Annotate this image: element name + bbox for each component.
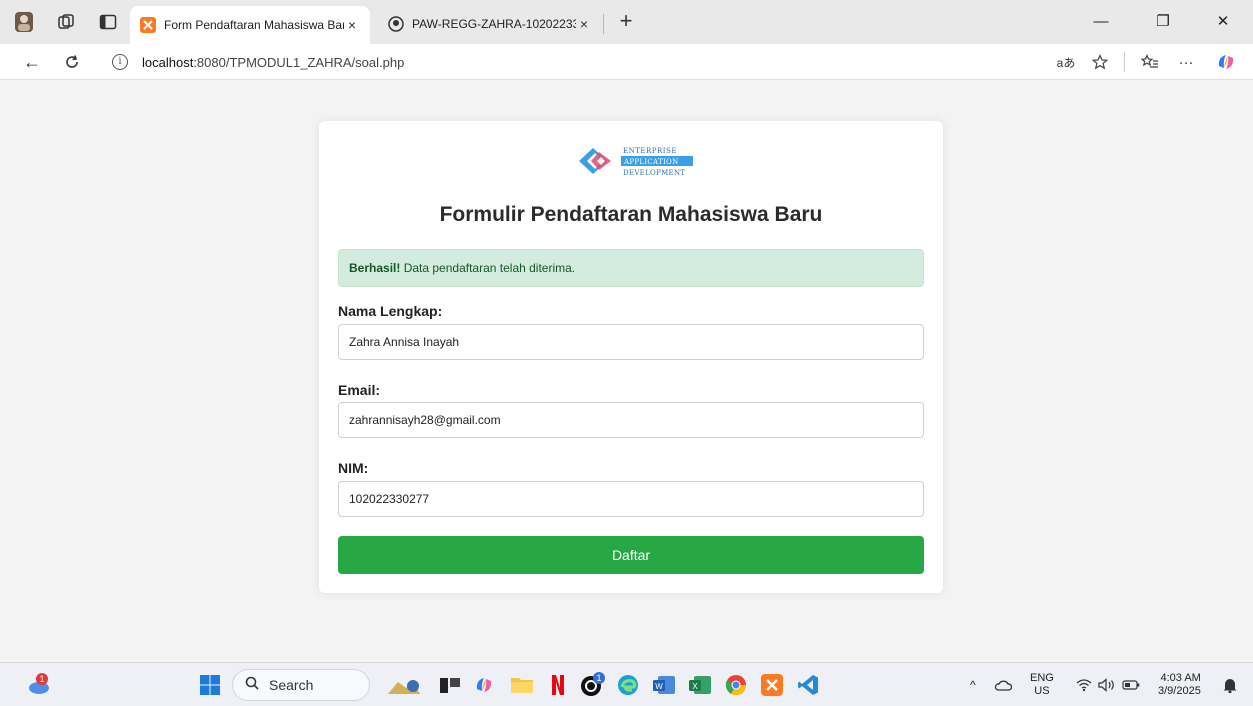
read-aloud-icon[interactable]: aあ bbox=[1052, 49, 1080, 75]
url-path: :8080/TPMODUL1_ZAHRA/soal.php bbox=[193, 54, 405, 70]
vscode-icon[interactable] bbox=[794, 671, 822, 699]
excel-icon[interactable]: X bbox=[686, 671, 714, 699]
tab-github-repo[interactable]: PAW-REGG-ZAHRA-102022330277 × bbox=[378, 8, 602, 40]
name-input[interactable] bbox=[338, 324, 924, 360]
email-label: Email: bbox=[338, 382, 381, 398]
word-icon[interactable]: W bbox=[650, 671, 678, 699]
start-windows-icon[interactable] bbox=[196, 671, 224, 699]
battery-icon[interactable] bbox=[1122, 669, 1140, 701]
tab-title: Form Pendaftaran Mahasiswa Baru bbox=[164, 18, 344, 32]
new-tab-button[interactable]: + bbox=[612, 8, 640, 36]
copilot-icon[interactable] bbox=[1212, 49, 1240, 75]
language-indicator[interactable]: ENG US bbox=[1030, 669, 1054, 701]
tab-left-icons bbox=[10, 10, 122, 34]
search-icon bbox=[245, 676, 259, 694]
notification-bell-icon[interactable] bbox=[1222, 669, 1238, 701]
copilot-taskbar-icon[interactable] bbox=[470, 671, 498, 699]
profile-icon[interactable] bbox=[10, 10, 38, 34]
chrome-icon[interactable] bbox=[722, 671, 750, 699]
onedrive-icon[interactable] bbox=[994, 669, 1012, 701]
edge-icon[interactable] bbox=[614, 671, 642, 699]
svg-text:W: W bbox=[655, 682, 663, 691]
tab-separator bbox=[603, 14, 604, 34]
search-label: Search bbox=[269, 677, 314, 693]
vertical-tabs-icon[interactable] bbox=[94, 10, 122, 34]
xampp-icon[interactable] bbox=[758, 671, 786, 699]
clock-date: 3/9/2025 bbox=[1158, 685, 1201, 697]
refresh-icon[interactable] bbox=[58, 49, 86, 75]
tab-title: PAW-REGG-ZAHRA-102022330277 bbox=[412, 17, 576, 31]
favorites-icon[interactable] bbox=[1136, 49, 1164, 75]
enterprise-application-development-logo: ENTERPRISE APPLICATION DEVELOPMENT bbox=[579, 147, 693, 177]
file-explorer-icon[interactable] bbox=[508, 671, 536, 699]
url-text: localhost:8080/TPMODUL1_ZAHRA/soal.php bbox=[142, 55, 404, 70]
minimize-button[interactable]: — bbox=[1078, 6, 1124, 36]
chatgpt-badge: 1 bbox=[596, 673, 601, 683]
wifi-icon[interactable] bbox=[1076, 669, 1092, 701]
alert-message: Data pendaftaran telah diterima. bbox=[400, 261, 576, 275]
registration-card: ENTERPRISE APPLICATION DEVELOPMENT Formu… bbox=[319, 121, 943, 593]
close-window-button[interactable]: ✕ bbox=[1200, 6, 1246, 36]
success-alert: Berhasil! Data pendaftaran telah diterim… bbox=[338, 249, 924, 287]
lang-top: ENG bbox=[1030, 672, 1054, 684]
browser-tab-strip: Form Pendaftaran Mahasiswa Baru × PAW-RE… bbox=[0, 0, 1253, 44]
clock-time: 4:03 AM bbox=[1160, 672, 1201, 684]
form-title: Formulir Pendaftaran Mahasiswa Baru bbox=[439, 203, 823, 226]
address-bar[interactable]: i localhost:8080/TPMODUL1_ZAHRA/soal.php bbox=[104, 48, 1124, 76]
logo-line-2: APPLICATION bbox=[623, 158, 679, 166]
restore-button[interactable]: ❐ bbox=[1140, 6, 1186, 36]
back-icon[interactable]: ← bbox=[18, 49, 46, 75]
xampp-favicon-icon bbox=[140, 17, 156, 33]
favorite-star-icon[interactable] bbox=[1086, 49, 1114, 75]
clock[interactable]: 4:03 AM 3/9/2025 bbox=[1158, 669, 1201, 701]
submit-button[interactable]: Daftar bbox=[338, 536, 924, 574]
url-host: localhost bbox=[142, 54, 194, 70]
nim-label: NIM: bbox=[338, 460, 369, 476]
github-favicon-icon bbox=[388, 16, 404, 32]
svg-text:X: X bbox=[692, 682, 698, 691]
browser-toolbar: ← i localhost:8080/TPMODUL1_ZAHRA/soal.p… bbox=[0, 44, 1253, 80]
taskbar-search[interactable]: Search bbox=[232, 669, 370, 701]
netflix-icon[interactable] bbox=[544, 671, 572, 699]
site-info-icon[interactable]: i bbox=[112, 54, 128, 70]
name-label: Nama Lengkap: bbox=[338, 303, 443, 319]
toolbar-divider bbox=[1124, 52, 1125, 72]
windows-taskbar: 1 Search 1 W X ^ ENG US 4:03 AM 3/9/2025 bbox=[0, 662, 1253, 706]
alert-strong: Berhasil! bbox=[349, 261, 401, 275]
tab-form-pendaftaran[interactable]: Form Pendaftaran Mahasiswa Baru × bbox=[130, 6, 370, 44]
tab-close-icon[interactable]: × bbox=[576, 16, 592, 32]
email-input[interactable] bbox=[338, 402, 924, 438]
chatgpt-icon[interactable]: 1 bbox=[578, 671, 606, 699]
logo-line-3: DEVELOPMENT bbox=[623, 169, 685, 177]
lang-bottom: US bbox=[1034, 685, 1050, 697]
more-options-icon[interactable]: ··· bbox=[1172, 49, 1200, 75]
page-viewport: ENTERPRISE APPLICATION DEVELOPMENT Formu… bbox=[0, 81, 1253, 662]
weather-icon[interactable]: 1 bbox=[26, 671, 54, 699]
tray-chevron-icon[interactable]: ^ bbox=[970, 669, 976, 701]
logo-line-1: ENTERPRISE bbox=[623, 147, 677, 155]
task-view-icon[interactable] bbox=[436, 671, 464, 699]
workspaces-icon[interactable] bbox=[52, 10, 80, 34]
nim-input[interactable] bbox=[338, 481, 924, 517]
widgets-landscape-icon[interactable] bbox=[384, 671, 424, 699]
tab-close-icon[interactable]: × bbox=[344, 17, 360, 33]
weather-badge: 1 bbox=[39, 674, 44, 684]
volume-icon[interactable] bbox=[1098, 669, 1116, 701]
